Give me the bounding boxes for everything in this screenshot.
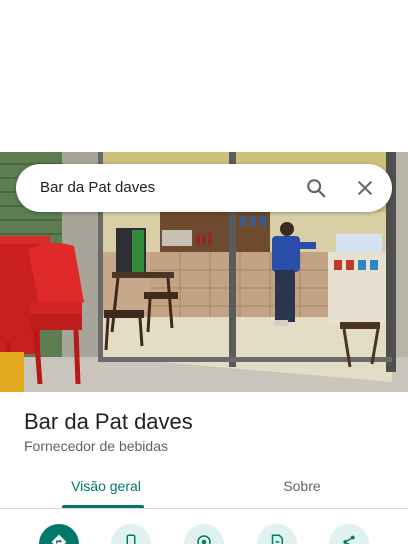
place-tabs: Visão geral Sobre (0, 466, 408, 508)
map-blank-area (0, 0, 408, 152)
start-navigation-button[interactable] (184, 524, 224, 544)
search-icon (307, 179, 326, 198)
share-icon (343, 535, 355, 544)
save-icon (271, 534, 283, 544)
search-bar[interactable]: Bar da Pat daves (16, 164, 392, 212)
action-buttons-row (0, 520, 408, 544)
directions-icon (51, 534, 67, 544)
place-name: Bar da Pat daves (24, 409, 193, 434)
clear-search-button[interactable] (351, 174, 379, 202)
divider (0, 508, 408, 509)
call-button[interactable] (111, 524, 151, 544)
directions-button[interactable] (39, 524, 79, 544)
start-navigation-icon (197, 535, 211, 544)
phone-icon (126, 534, 136, 544)
search-button[interactable] (302, 174, 330, 202)
tab-overview[interactable]: Visão geral (62, 466, 150, 506)
search-input[interactable]: Bar da Pat daves (40, 164, 155, 212)
share-button[interactable] (329, 524, 369, 544)
place-category: Fornecedor de bebidas (24, 438, 168, 454)
tab-about[interactable]: Sobre (252, 466, 352, 506)
save-button[interactable] (257, 524, 297, 544)
close-icon (358, 181, 372, 195)
